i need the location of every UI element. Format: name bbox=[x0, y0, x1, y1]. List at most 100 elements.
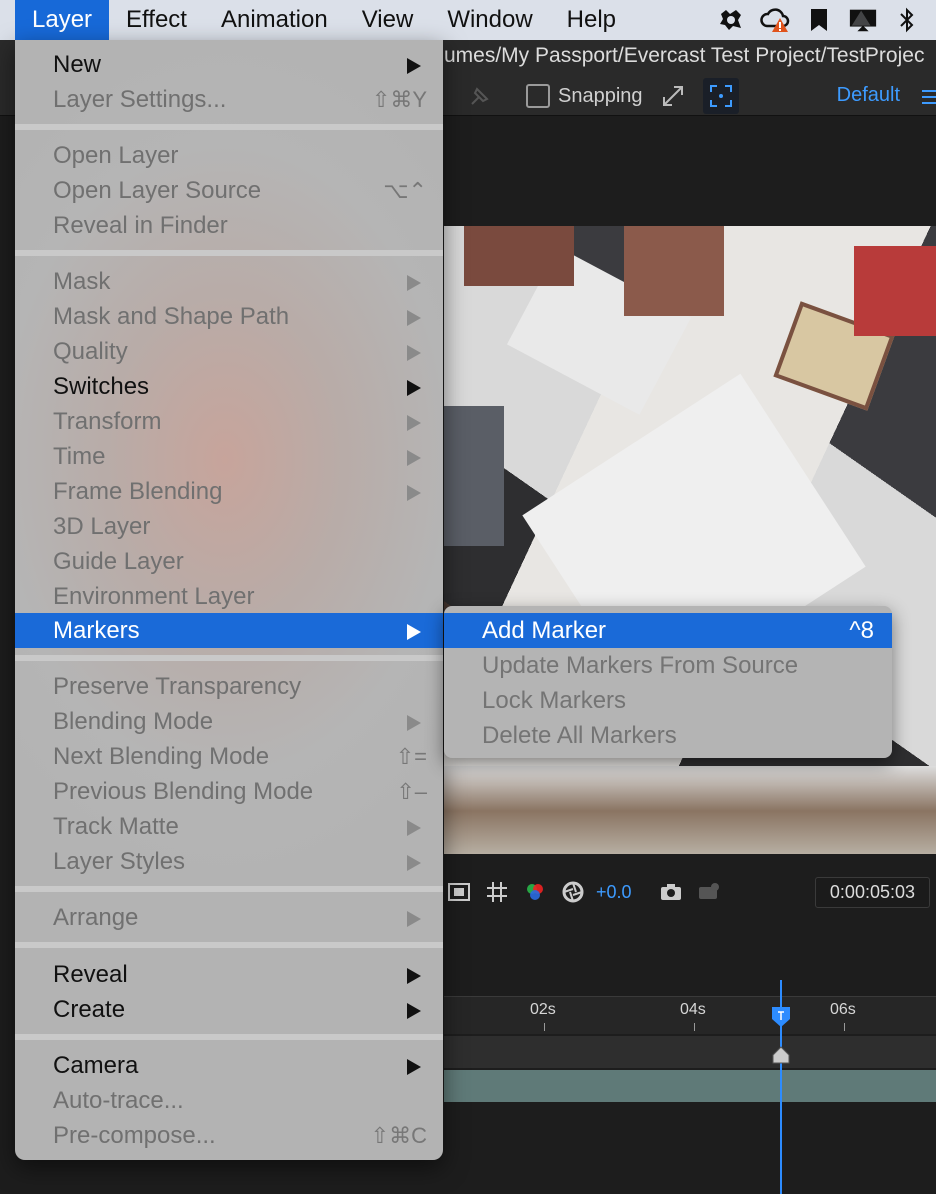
menu-item-pre-compose[interactable]: Pre-compose... ⇧⌘C bbox=[15, 1118, 443, 1153]
menu-separator bbox=[15, 250, 443, 256]
submenu-item-add-marker[interactable]: Add Marker ^8 bbox=[444, 613, 892, 648]
menu-item-guide-layer[interactable]: Guide Layer bbox=[15, 544, 443, 579]
menu-item-shortcut: ⇧= bbox=[395, 744, 427, 769]
color-channels-icon[interactable] bbox=[520, 877, 550, 907]
menubar-help[interactable]: Help bbox=[550, 0, 633, 40]
playhead-handle-icon[interactable] bbox=[771, 1006, 791, 1028]
submenu-arrow-icon bbox=[407, 1003, 421, 1019]
menu-item-open-layer[interactable]: Open Layer bbox=[15, 138, 443, 173]
markers-submenu: Add Marker ^8 Update Markers From Source … bbox=[444, 606, 892, 758]
menubar-layer[interactable]: Layer bbox=[15, 0, 110, 40]
menu-item-label: Environment Layer bbox=[53, 583, 255, 610]
menu-item-3d-layer[interactable]: 3D Layer bbox=[15, 509, 443, 544]
submenu-arrow-icon bbox=[407, 275, 421, 291]
submenu-arrow-icon bbox=[407, 624, 421, 640]
safe-area-icon[interactable] bbox=[444, 877, 474, 907]
menu-item-create[interactable]: Create bbox=[15, 992, 443, 1027]
menu-item-next-blending-mode[interactable]: Next Blending Mode ⇧= bbox=[15, 739, 443, 774]
menu-item-camera[interactable]: Camera bbox=[15, 1048, 443, 1083]
timeline-ruler[interactable]: 02s 04s 06s bbox=[444, 996, 936, 1034]
snap-target-icon[interactable] bbox=[702, 78, 739, 114]
menu-item-switches[interactable]: Switches bbox=[15, 369, 443, 404]
menu-item-reveal[interactable]: Reveal bbox=[15, 957, 443, 992]
menu-item-mask[interactable]: Mask bbox=[15, 264, 443, 299]
menu-item-mask-and-shape-path[interactable]: Mask and Shape Path bbox=[15, 299, 443, 334]
menu-item-label: Open Layer bbox=[53, 142, 179, 169]
menu-item-new[interactable]: New bbox=[15, 47, 443, 82]
menu-item-label: Markers bbox=[53, 617, 140, 644]
menu-item-label: Pre-compose... bbox=[53, 1122, 216, 1149]
grid-guides-icon[interactable] bbox=[482, 877, 512, 907]
menu-item-time[interactable]: Time bbox=[15, 439, 443, 474]
ruler-label: 02s bbox=[530, 1001, 556, 1018]
bookmark-icon[interactable] bbox=[804, 5, 834, 35]
submenu-item-update-markers-from-source[interactable]: Update Markers From Source bbox=[444, 648, 892, 683]
creative-cloud-warning-icon[interactable] bbox=[760, 5, 790, 35]
current-timecode[interactable]: 0:00:05:03 bbox=[814, 876, 930, 908]
menu-item-layer-styles[interactable]: Layer Styles bbox=[15, 844, 443, 879]
pin-tool-icon[interactable] bbox=[462, 78, 498, 114]
menu-separator bbox=[15, 942, 443, 948]
submenu-item-label: Delete All Markers bbox=[482, 722, 677, 749]
menu-item-arrange[interactable]: Arrange bbox=[15, 900, 443, 935]
menu-separator bbox=[15, 655, 443, 661]
snap-expand-icon[interactable] bbox=[655, 78, 691, 114]
menubar-effect[interactable]: Effect bbox=[109, 0, 204, 40]
layer-marker-icon[interactable] bbox=[772, 1046, 790, 1064]
rooftop-shape bbox=[444, 766, 936, 854]
menu-item-reveal-in-finder[interactable]: Reveal in Finder bbox=[15, 208, 443, 243]
menu-bar: Layer Effect Animation View Window Help bbox=[0, 0, 936, 40]
workspace-selector[interactable]: Default bbox=[837, 84, 900, 107]
snapshot-camera-icon[interactable] bbox=[656, 877, 686, 907]
app-status-icon[interactable] bbox=[716, 5, 746, 35]
menu-item-track-matte[interactable]: Track Matte bbox=[15, 809, 443, 844]
layer-duration-bar[interactable] bbox=[444, 1070, 936, 1102]
bluetooth-icon[interactable] bbox=[892, 5, 922, 35]
menu-item-label: Camera bbox=[53, 1052, 139, 1079]
rooftop-shape bbox=[854, 246, 936, 336]
menu-item-label: Track Matte bbox=[53, 813, 179, 840]
submenu-item-delete-all-markers[interactable]: Delete All Markers bbox=[444, 718, 892, 753]
snapping-checkbox[interactable] bbox=[526, 84, 550, 108]
viewer-controls: +0.0 0:00:05:03 bbox=[444, 872, 936, 912]
menu-item-label: Mask and Shape Path bbox=[53, 303, 290, 330]
menu-item-open-layer-source[interactable]: Open Layer Source ⌥⌃ bbox=[15, 173, 443, 208]
exposure-reset-icon[interactable] bbox=[558, 877, 588, 907]
menu-item-environment-layer[interactable]: Environment Layer bbox=[15, 579, 443, 614]
display-icon[interactable] bbox=[848, 5, 878, 35]
menubar-animation[interactable]: Animation bbox=[204, 0, 345, 40]
menu-item-shortcut: ⇧⌘Y bbox=[371, 87, 427, 112]
ruler-tick bbox=[844, 1023, 845, 1031]
menubar-window[interactable]: Window bbox=[430, 0, 549, 40]
submenu-arrow-icon bbox=[407, 310, 421, 326]
menu-separator bbox=[15, 1034, 443, 1040]
menu-item-markers[interactable]: Markers bbox=[15, 613, 443, 648]
menu-item-frame-blending[interactable]: Frame Blending bbox=[15, 474, 443, 509]
menu-item-transform[interactable]: Transform bbox=[15, 404, 443, 439]
menu-item-label: Time bbox=[53, 443, 106, 470]
submenu-arrow-icon bbox=[407, 450, 421, 466]
submenu-item-lock-markers[interactable]: Lock Markers bbox=[444, 683, 892, 718]
submenu-arrow-icon bbox=[407, 485, 421, 501]
menu-item-label: Reveal bbox=[53, 961, 128, 988]
ruler-tick bbox=[544, 1023, 545, 1031]
menu-item-blending-mode[interactable]: Blending Mode bbox=[15, 704, 443, 739]
menu-item-quality[interactable]: Quality bbox=[15, 334, 443, 369]
exposure-value[interactable]: +0.0 bbox=[596, 882, 632, 903]
menu-item-layer-settings[interactable]: Layer Settings... ⇧⌘Y bbox=[15, 82, 443, 117]
rooftop-shape bbox=[624, 226, 724, 316]
rooftop-shape bbox=[464, 226, 574, 286]
workspace-menu-icon[interactable] bbox=[922, 86, 936, 108]
show-snapshot-icon[interactable] bbox=[694, 877, 724, 907]
menu-item-label: Previous Blending Mode bbox=[53, 778, 314, 805]
menu-item-preserve-transparency[interactable]: Preserve Transparency bbox=[15, 669, 443, 704]
menu-item-previous-blending-mode[interactable]: Previous Blending Mode ⇧– bbox=[15, 774, 443, 809]
menubar-view[interactable]: View bbox=[345, 0, 431, 40]
submenu-arrow-icon bbox=[407, 345, 421, 361]
menu-item-auto-trace[interactable]: Auto-trace... bbox=[15, 1083, 443, 1118]
rooftop-shape bbox=[444, 406, 504, 546]
submenu-arrow-icon bbox=[407, 380, 421, 396]
composition-viewer[interactable] bbox=[444, 226, 936, 854]
menu-item-label: Reveal in Finder bbox=[53, 212, 228, 239]
timeline-track[interactable] bbox=[444, 1036, 936, 1068]
